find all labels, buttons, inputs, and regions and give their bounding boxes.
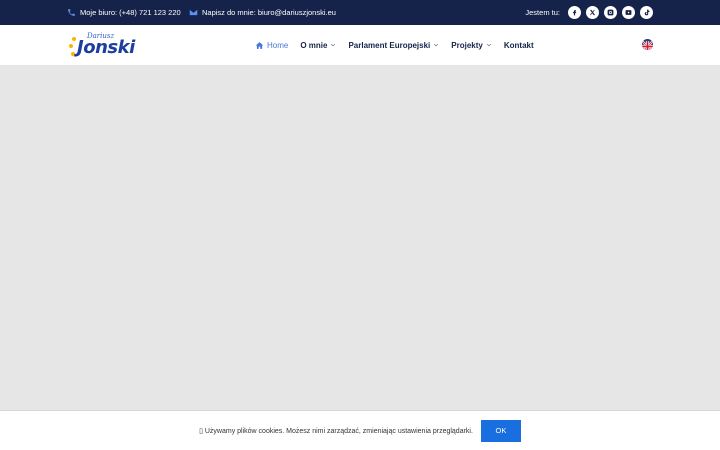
email-text: Napisz do mnie: biuro@dariuszjonski.eu: [202, 8, 336, 17]
facebook-icon[interactable]: [568, 6, 581, 19]
site-logo[interactable]: Dariusz Jonski: [67, 31, 135, 59]
chevron-down-icon: [486, 43, 491, 47]
star-decoration: [71, 52, 75, 56]
cookie-banner: ▯ Używamy plików cookies. Możesz nimi za…: [0, 410, 720, 450]
star-decoration: [72, 37, 76, 41]
nav-projects[interactable]: Projekty: [451, 41, 492, 50]
main-content-area: [0, 66, 720, 410]
phone-contact[interactable]: Moje biuro: (+48) 721 123 220: [67, 0, 181, 25]
x-icon[interactable]: [586, 6, 599, 19]
top-bar: Moje biuro: (+48) 721 123 220 Napisz do …: [0, 0, 720, 25]
nav-contact-label: Kontakt: [503, 40, 534, 50]
logo-last-name: Jonski: [77, 37, 135, 58]
youtube-icon[interactable]: [622, 6, 635, 19]
nav-home[interactable]: Home: [255, 41, 288, 50]
email-contact[interactable]: Napisz do mnie: biuro@dariuszjonski.eu: [189, 0, 336, 25]
nav-contact[interactable]: Kontakt: [504, 41, 534, 50]
envelope-icon: [189, 9, 198, 16]
tiktok-icon[interactable]: [640, 6, 653, 19]
social-label: Jestem tu:: [525, 8, 560, 17]
nav-home-label: Home: [267, 40, 289, 50]
phone-icon: [68, 9, 75, 16]
main-menu: Home O mnie Parlament Europejski Projekt…: [255, 25, 546, 65]
chevron-down-icon: [434, 43, 439, 47]
star-decoration: [69, 44, 73, 48]
main-navbar: Dariusz Jonski Home O mnie Parlament Eur…: [0, 25, 720, 66]
uk-flag-icon[interactable]: [642, 39, 653, 50]
chevron-down-icon: [331, 43, 336, 47]
nav-projects-label: Projekty: [451, 40, 483, 50]
cookie-ok-button[interactable]: OK: [480, 419, 521, 442]
nav-parliament-label: Parlament Europejski: [348, 40, 431, 50]
phone-text: Moje biuro: (+48) 721 123 220: [80, 8, 181, 17]
social-links: Jestem tu:: [525, 0, 653, 25]
home-icon: [255, 41, 264, 49]
nav-about[interactable]: O mnie: [300, 41, 336, 50]
nav-parliament[interactable]: Parlament Europejski: [348, 41, 439, 50]
nav-about-label: O mnie: [300, 40, 328, 50]
instagram-icon[interactable]: [604, 6, 617, 19]
cookie-message: ▯ Używamy plików cookies. Możesz nimi za…: [199, 427, 473, 435]
